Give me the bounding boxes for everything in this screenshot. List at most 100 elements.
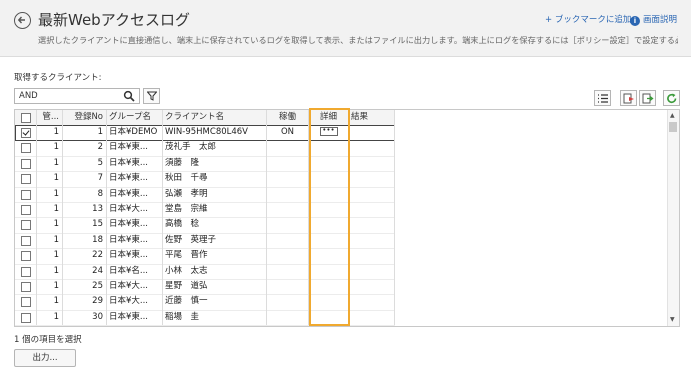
back-arrow-icon[interactable] — [14, 12, 31, 29]
output-file-button[interactable] — [639, 90, 656, 106]
list-icon — [598, 94, 608, 103]
search-icon[interactable] — [123, 90, 135, 102]
column-header-group[interactable]: グループ名 — [107, 110, 163, 125]
refresh-button[interactable] — [663, 90, 680, 106]
export-document-icon — [623, 93, 634, 104]
detail-cell — [309, 171, 349, 187]
row-checkbox[interactable] — [21, 158, 31, 169]
managed-cell: 1 — [37, 263, 63, 279]
row-checkbox[interactable] — [21, 297, 31, 308]
row-checkbox-cell — [15, 232, 37, 249]
client-name-cell: 高橋 稔 — [163, 217, 267, 233]
table-row[interactable]: 1 13 日本¥大... 堂島 宗維 — [15, 202, 395, 219]
row-checkbox-cell — [15, 125, 37, 141]
running-cell — [267, 232, 309, 249]
row-checkbox-cell — [15, 309, 37, 326]
result-cell — [349, 248, 395, 264]
table-row[interactable]: 1 7 日本¥東... 秋田 千尋 — [15, 171, 395, 188]
result-cell — [349, 155, 395, 172]
filter-icon — [147, 91, 157, 101]
detail-button[interactable]: ••• — [319, 127, 338, 136]
table-row[interactable]: 1 30 日本¥東... 稲場 圭 — [15, 309, 395, 326]
column-header-running[interactable]: 稼働 — [267, 110, 309, 125]
row-checkbox[interactable] — [21, 174, 31, 185]
table-row[interactable]: 1 8 日本¥東... 弘瀬 孝明 — [15, 186, 395, 203]
row-checkbox-cell — [15, 263, 37, 279]
table-row[interactable]: 1 25 日本¥大... 星野 道弘 — [15, 279, 395, 296]
column-header-managed[interactable]: 管... — [37, 110, 63, 125]
client-name-cell: 須藤 隆 — [163, 155, 267, 172]
reg-no-cell: 8 — [63, 186, 107, 202]
table-row[interactable]: 1 15 日本¥東... 高橋 稔 — [15, 217, 395, 234]
table-row[interactable]: 1 22 日本¥東... 平尾 晋作 — [15, 248, 395, 265]
column-header-reg-no[interactable]: 登録No — [63, 110, 107, 125]
managed-cell: 1 — [37, 309, 63, 326]
managed-cell: 1 — [37, 248, 63, 264]
grid-scrollbar[interactable]: ▲ ▼ — [667, 110, 679, 326]
select-all-checkbox[interactable] — [21, 113, 31, 123]
table-row[interactable]: 1 29 日本¥大... 近藤 慎一 — [15, 294, 395, 311]
row-checkbox[interactable] — [21, 205, 31, 215]
detail-cell — [309, 155, 349, 172]
scroll-down-icon[interactable]: ▼ — [670, 316, 675, 324]
group-cell: 日本¥東... — [107, 155, 163, 172]
managed-cell: 1 — [37, 125, 63, 141]
client-name-cell: 茂礼手 太郎 — [163, 140, 267, 156]
result-cell — [349, 263, 395, 279]
detail-cell — [309, 294, 349, 310]
output-button[interactable]: 出力... — [14, 349, 76, 367]
running-cell — [267, 217, 309, 233]
result-cell — [349, 186, 395, 202]
row-checkbox[interactable] — [21, 282, 31, 292]
running-cell — [267, 202, 309, 218]
result-cell — [349, 140, 395, 156]
result-cell — [349, 202, 395, 218]
running-cell — [267, 155, 309, 172]
client-name-cell: 佐野 英理子 — [163, 232, 267, 249]
column-list-button[interactable] — [594, 90, 611, 106]
running-cell — [267, 309, 309, 326]
row-checkbox-cell — [15, 155, 37, 172]
table-row[interactable]: 1 18 日本¥東... 佐野 英理子 — [15, 232, 395, 250]
reg-no-cell: 30 — [63, 309, 107, 326]
group-cell: 日本¥大... — [107, 202, 163, 218]
row-checkbox-cell — [15, 294, 37, 310]
result-cell — [349, 232, 395, 249]
table-row[interactable]: 1 24 日本¥名... 小林 太志 — [15, 263, 395, 280]
running-cell — [267, 140, 309, 156]
row-checkbox[interactable] — [21, 312, 31, 323]
info-icon: i — [630, 16, 640, 26]
row-checkbox[interactable] — [21, 235, 31, 246]
row-checkbox[interactable] — [21, 251, 31, 262]
table-row[interactable]: 1 5 日本¥東... 須藤 隆 — [15, 155, 395, 173]
row-checkbox[interactable] — [21, 189, 31, 200]
row-checkbox[interactable] — [21, 143, 31, 154]
row-checkbox-cell — [15, 140, 37, 156]
filter-button[interactable] — [143, 88, 160, 104]
scroll-thumb[interactable] — [669, 122, 677, 132]
scroll-up-icon[interactable]: ▲ — [670, 112, 675, 120]
reg-no-cell: 2 — [63, 140, 107, 156]
help-link[interactable]: i 画面説明 — [630, 13, 677, 26]
column-header-detail[interactable]: 詳細 — [309, 110, 349, 125]
client-name-cell: 小林 太志 — [163, 263, 267, 279]
table-row[interactable]: 1 1 日本¥DEMO WIN-95HMC80L46V ON ••• — [15, 125, 395, 142]
result-cell — [349, 279, 395, 295]
detail-cell — [309, 232, 349, 249]
export-log-button[interactable] — [620, 90, 637, 106]
running-cell: ON — [267, 125, 309, 141]
add-bookmark-link[interactable]: + ブックマークに追加 — [545, 13, 631, 25]
row-checkbox[interactable] — [21, 128, 31, 138]
row-checkbox[interactable] — [21, 266, 31, 277]
column-header-client[interactable]: クライアント名 — [163, 110, 267, 125]
client-search-input[interactable] — [15, 89, 119, 103]
running-cell — [267, 263, 309, 279]
client-name-cell: 堂島 宗維 — [163, 202, 267, 218]
column-header-result[interactable]: 結果 — [349, 110, 395, 125]
table-row[interactable]: 1 2 日本¥東... 茂礼手 太郎 — [15, 140, 395, 157]
row-checkbox-cell — [15, 248, 37, 264]
row-checkbox[interactable] — [21, 220, 31, 231]
file-output-icon — [642, 93, 654, 104]
result-cell — [349, 125, 395, 141]
managed-cell: 1 — [37, 279, 63, 295]
